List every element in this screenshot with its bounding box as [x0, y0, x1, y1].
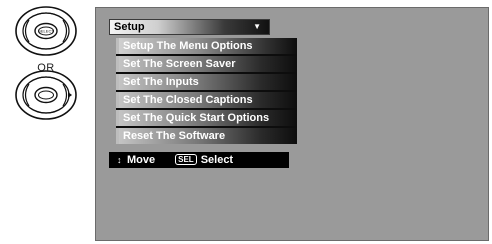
menu-item-screen-saver[interactable]: Set The Screen Saver: [116, 56, 297, 72]
menu-item-label: Reset The Software: [123, 130, 226, 142]
menu-item-closed-captions[interactable]: Set The Closed Captions: [116, 92, 297, 108]
or-label: OR: [37, 62, 55, 74]
menu-item-label: Set The Screen Saver: [123, 58, 236, 70]
remote-arrow-cluster: [15, 70, 77, 120]
menu-item-label: Setup The Menu Options: [123, 40, 253, 52]
navigation-hint-bar: ↕ Move SEL Select: [109, 152, 289, 168]
menu-item-reset-software[interactable]: Reset The Software: [116, 128, 297, 144]
setup-menu-list: Setup The Menu Options Set The Screen Sa…: [116, 38, 297, 144]
menu-item-label: Set The Inputs: [123, 76, 199, 88]
sel-key-icon: SEL: [175, 154, 197, 165]
select-hint-label: Select: [200, 154, 234, 166]
move-hint-label: Move: [127, 154, 156, 166]
menu-item-inputs[interactable]: Set The Inputs: [116, 74, 297, 90]
remote-select-cluster: SELECT: [15, 6, 77, 56]
menu-title: Setup: [114, 21, 145, 33]
manual-illustration: SELECT OR Setup ▼ Setup The Menu Options…: [0, 0, 492, 244]
select-button-label: SELECT: [38, 29, 54, 34]
move-arrows-icon: ↕: [117, 155, 122, 165]
menu-item-menu-options[interactable]: Setup The Menu Options: [116, 38, 297, 54]
tv-screen: Setup ▼ Setup The Menu Options Set The S…: [95, 7, 489, 241]
remote-control-diagram: SELECT: [0, 0, 92, 244]
setup-menu-header[interactable]: Setup ▼: [109, 19, 270, 35]
menu-item-label: Set The Quick Start Options: [123, 112, 270, 124]
menu-item-quick-start[interactable]: Set The Quick Start Options: [116, 110, 297, 126]
dropdown-caret-icon: ▼: [253, 22, 261, 31]
menu-item-label: Set The Closed Captions: [123, 94, 253, 106]
